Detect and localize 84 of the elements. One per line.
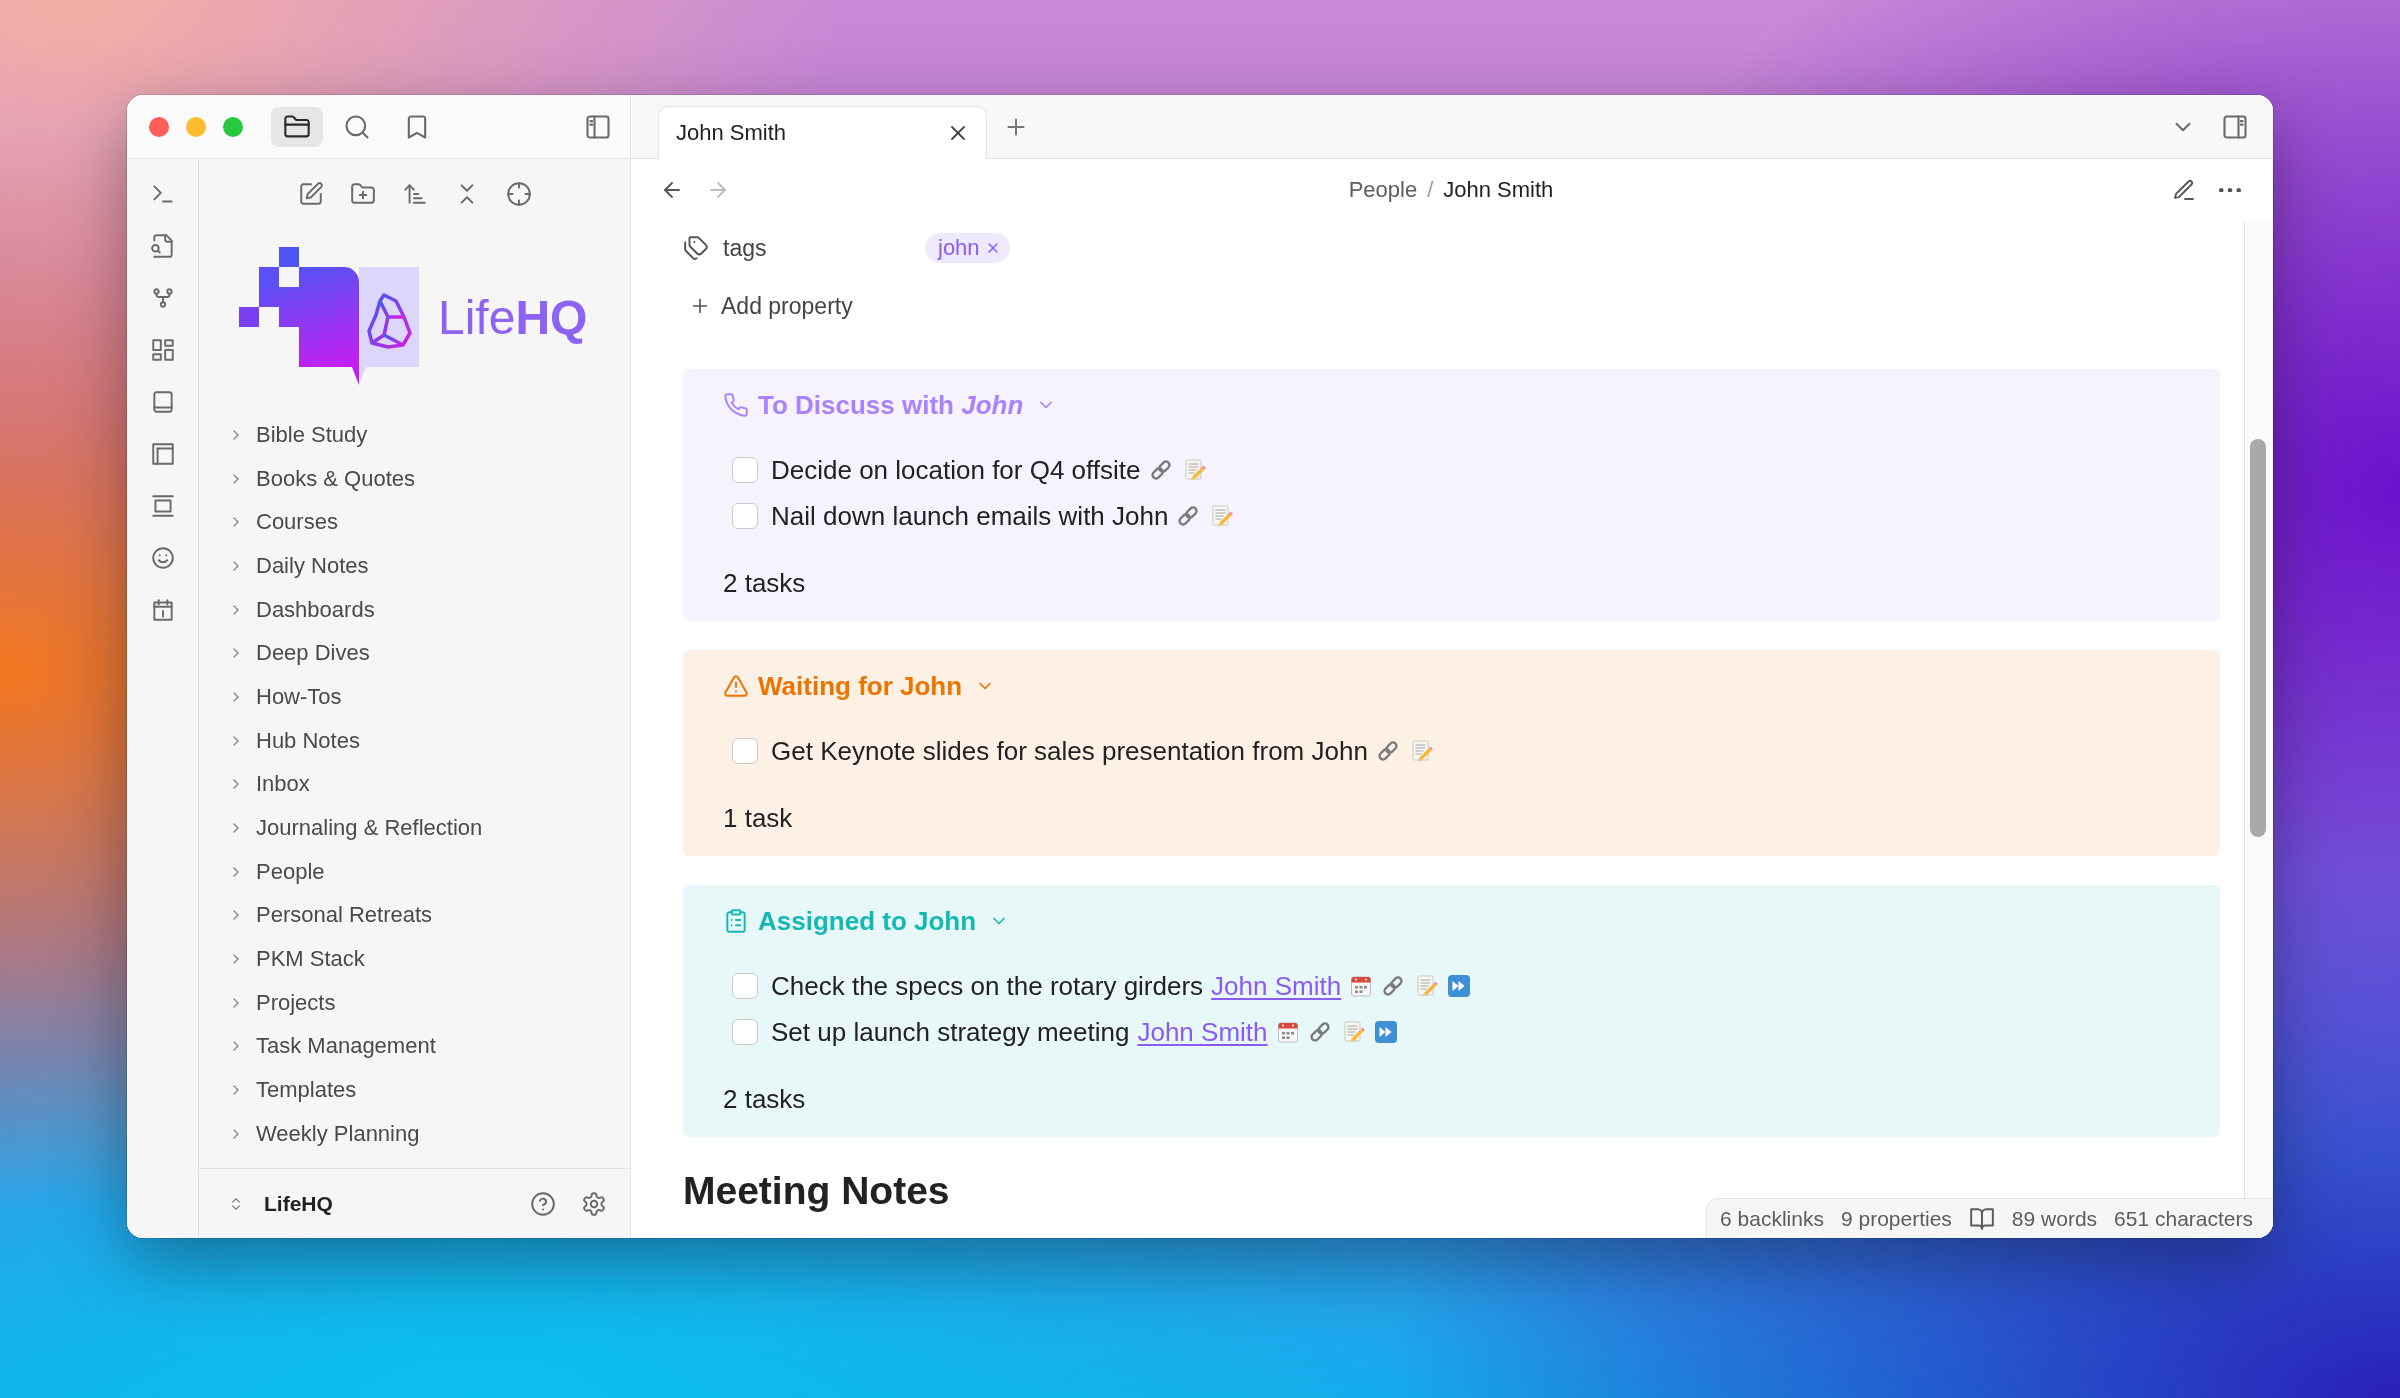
- link-icon[interactable]: [1307, 1020, 1332, 1044]
- mention-link[interactable]: John Smith: [1137, 1016, 1268, 1048]
- task-checkbox[interactable]: [732, 738, 758, 764]
- folder-item[interactable]: Dashboards: [199, 587, 385, 632]
- folder-item[interactable]: Weekly Planning: [199, 1112, 430, 1156]
- property-name: tags: [723, 234, 767, 262]
- task-count: 2 tasks: [723, 567, 806, 600]
- section-heading: Meeting Notes: [683, 1168, 950, 1214]
- note-title: John Smith: [1443, 177, 1554, 203]
- slides-icon: [149, 493, 176, 519]
- crosshair-icon: [505, 181, 532, 207]
- dashboard-icon: [149, 337, 176, 363]
- folder-item[interactable]: PKM Stack: [199, 937, 375, 981]
- folder-item[interactable]: Daily Notes: [199, 544, 379, 588]
- folder-item[interactable]: Books & Quotes: [199, 456, 425, 501]
- help-icon: [530, 1190, 556, 1217]
- gear-icon: [581, 1190, 607, 1217]
- task-text: Set up launch strategy meeting: [771, 1016, 1130, 1048]
- warning-icon: [723, 673, 749, 699]
- task-checkbox[interactable]: [732, 457, 758, 483]
- fast-forward-icon[interactable]: [1373, 1020, 1398, 1044]
- folder-item[interactable]: Bible Study: [199, 413, 378, 457]
- pixel-book-icon: [238, 245, 419, 386]
- folder-item[interactable]: Inbox: [199, 762, 320, 807]
- folder-item[interactable]: Journaling & Reflection: [199, 806, 493, 850]
- pencil-square-icon: [297, 181, 324, 207]
- folder-item[interactable]: Templates: [199, 1068, 367, 1112]
- link-icon[interactable]: [1375, 739, 1400, 763]
- add-property-button[interactable]: Add property: [683, 286, 853, 326]
- link-icon[interactable]: [1176, 504, 1201, 528]
- link-icon[interactable]: [1381, 974, 1406, 998]
- mention-link[interactable]: John Smith: [1211, 970, 1342, 1002]
- more-icon: [2219, 187, 2241, 193]
- folder-item[interactable]: How-Tos: [199, 675, 352, 719]
- sort-icon: [401, 181, 428, 207]
- callout-title: To Discuss with John: [758, 389, 1024, 421]
- file-search-icon: [149, 233, 176, 259]
- zoom-button[interactable]: [223, 116, 243, 137]
- task-text: Nail down launch emails with John: [771, 500, 1169, 532]
- status-item: 89 words: [2011, 1206, 2098, 1231]
- status-item: 651 characters: [2114, 1206, 2253, 1231]
- search-icon: [343, 112, 371, 141]
- folder-plus-icon: [349, 181, 376, 207]
- callout-title: Waiting for John: [758, 670, 963, 702]
- files-tab[interactable]: [271, 106, 323, 147]
- tags-icon: [683, 235, 709, 261]
- calendar-icon: [1349, 974, 1374, 998]
- stacked-squares-icon: [149, 441, 176, 467]
- phone-icon: [723, 392, 749, 418]
- clipboard-list-icon: [723, 908, 749, 934]
- task-text: Check the specs on the rotary girders: [771, 970, 1204, 1002]
- sidebar-icon: [584, 112, 612, 141]
- task-text: Decide on location for Q4 offsite: [771, 454, 1141, 486]
- link-icon[interactable]: [1148, 458, 1173, 482]
- task-checkbox[interactable]: [732, 503, 758, 529]
- status-item[interactable]: 9 properties: [1840, 1206, 1952, 1231]
- sidebar-icon: [2221, 112, 2249, 141]
- callout-title: Assigned to John: [758, 905, 977, 937]
- vault-switcher[interactable]: LifeHQ: [228, 1183, 333, 1224]
- folder-item[interactable]: Deep Dives: [199, 631, 380, 676]
- tag-chip[interactable]: john: [925, 233, 1010, 263]
- folder-item[interactable]: People: [199, 849, 335, 894]
- folder-item[interactable]: Courses: [199, 500, 348, 545]
- calendar-icon: [1275, 1020, 1300, 1044]
- smiley-icon: [149, 545, 176, 571]
- fast-forward-icon[interactable]: [1447, 974, 1472, 998]
- task-checkbox[interactable]: [732, 1019, 758, 1045]
- task-text: Get Keynote slides for sales presentation from John: [771, 735, 1368, 767]
- folder-item[interactable]: Hub Notes: [199, 718, 370, 763]
- tab[interactable]: John Smith: [658, 106, 987, 159]
- close-button[interactable]: [149, 116, 169, 137]
- pencil-icon: [2172, 178, 2196, 202]
- task-count: 1 task: [723, 802, 793, 835]
- task-count: 2 tasks: [723, 1083, 806, 1116]
- breadcrumb-link[interactable]: People: [1348, 177, 1418, 203]
- status-item[interactable]: 6 backlinks: [1720, 1206, 1824, 1231]
- breadcrumb-separator: /: [1427, 177, 1434, 203]
- book-open-icon[interactable]: [1968, 1205, 1995, 1232]
- folder-item[interactable]: Task Management: [199, 1024, 446, 1069]
- folder-item[interactable]: Projects: [199, 980, 346, 1025]
- logo-text: LifeHQ: [438, 292, 588, 345]
- folder-item[interactable]: Personal Retreats: [199, 893, 443, 938]
- scrollbar-thumb[interactable]: [2250, 439, 2266, 837]
- task-checkbox[interactable]: [732, 973, 758, 999]
